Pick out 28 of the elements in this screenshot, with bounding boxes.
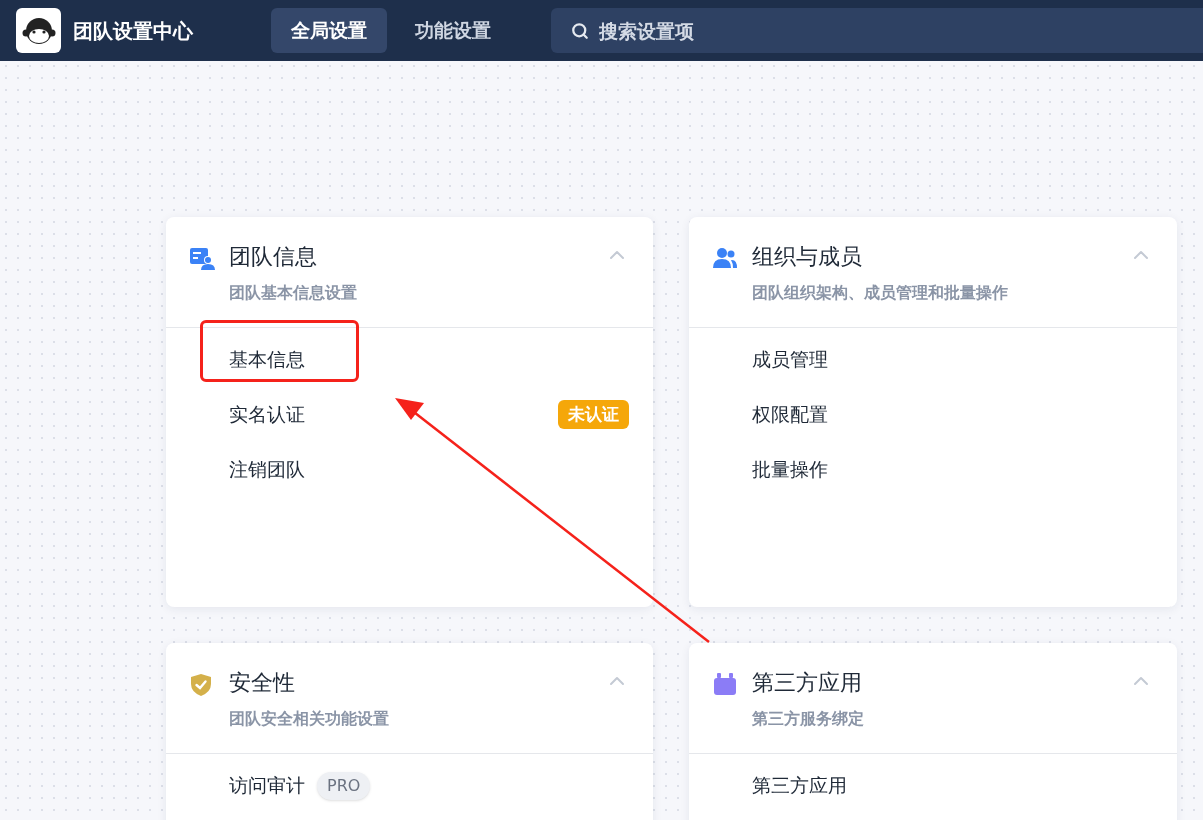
card-title: 组织与成员: [752, 243, 863, 271]
app-box-icon: [713, 673, 737, 695]
menu-link[interactable]: 访问审计: [229, 771, 305, 800]
menu-link[interactable]: 成员管理: [752, 345, 828, 374]
menu-link[interactable]: 实名认证: [229, 400, 305, 429]
menu-link[interactable]: 权限配置: [752, 400, 828, 429]
search-field[interactable]: 搜索设置项: [551, 8, 1203, 53]
card-subtitle: 团队组织架构、成员管理和批量操作: [752, 282, 1009, 304]
id-card-person-icon: [190, 247, 216, 271]
people-icon: [713, 247, 738, 269]
monkey-logo-icon: [16, 8, 61, 53]
app-title: 团队设置中心: [73, 17, 194, 45]
status-tag: 未认证: [558, 399, 629, 430]
menu-link[interactable]: 注销团队: [229, 455, 305, 484]
card-subtitle: 团队基本信息设置: [229, 282, 358, 304]
search-icon: [571, 22, 589, 40]
nav-tab[interactable]: 全局设置: [271, 8, 387, 53]
menu-link[interactable]: 第三方应用: [752, 771, 847, 800]
pro-tag: PRO: [317, 771, 371, 800]
card-subtitle: 团队安全相关功能设置: [229, 708, 390, 730]
card-title: 团队信息: [229, 243, 318, 271]
nav-tab[interactable]: 功能设置: [395, 8, 511, 53]
card-title: 第三方应用: [752, 669, 863, 697]
menu-link[interactable]: 批量操作: [752, 455, 828, 484]
menu-link[interactable]: 基本信息: [229, 345, 305, 374]
card-subtitle: 第三方服务绑定: [752, 708, 865, 730]
card-title: 安全性: [229, 669, 296, 697]
shield-check-icon: [190, 673, 212, 697]
